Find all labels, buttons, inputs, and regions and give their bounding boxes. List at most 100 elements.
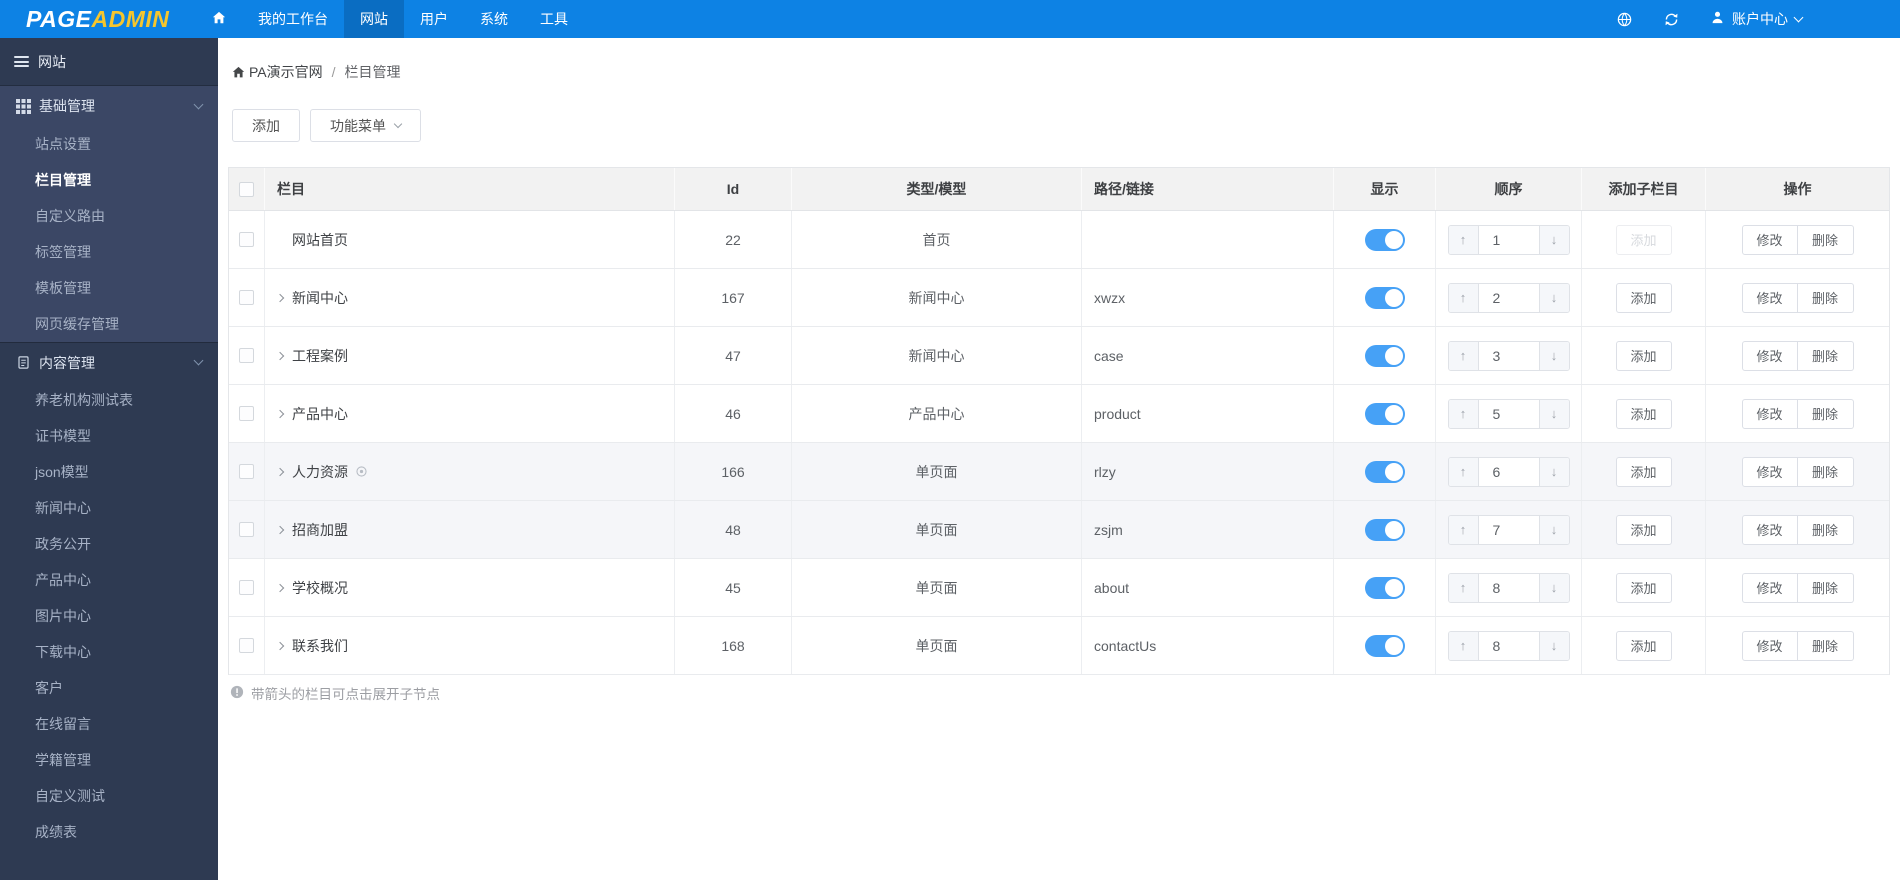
visibility-toggle[interactable] [1364,518,1405,541]
sidebar-item[interactable]: 自定义路由 [0,198,218,234]
order-up-button[interactable]: ↑ [1448,515,1479,544]
edit-button[interactable]: 修改 [1741,224,1798,255]
sidebar-item[interactable]: 下载中心 [0,634,218,670]
home-tab[interactable] [196,0,242,38]
order-input[interactable] [1478,457,1539,486]
nav-item[interactable]: 工具 [524,0,584,38]
edit-button[interactable]: 修改 [1741,398,1798,429]
delete-button[interactable]: 删除 [1797,514,1854,545]
edit-button[interactable]: 修改 [1741,514,1798,545]
breadcrumb-site[interactable]: PA演示官网 [249,62,323,82]
expand-arrow-icon[interactable] [275,583,292,592]
visibility-toggle[interactable] [1364,228,1405,251]
sidebar-item[interactable]: 成绩表 [0,814,218,850]
column-name-cell[interactable]: 人力资源 [265,443,675,500]
order-down-button[interactable]: ↓ [1538,457,1569,486]
app-logo[interactable]: PAGE ADMIN [0,0,196,38]
order-up-button[interactable]: ↑ [1448,573,1479,602]
column-name-cell[interactable]: 工程案例 [265,327,675,384]
sidebar-item[interactable]: 学籍管理 [0,742,218,778]
column-name-cell[interactable]: 联系我们 [265,617,675,674]
sidebar-item[interactable]: 图片中心 [0,598,218,634]
delete-button[interactable]: 删除 [1797,456,1854,487]
order-input[interactable] [1478,341,1539,370]
visibility-toggle[interactable] [1364,460,1405,483]
row-checkbox[interactable] [239,348,254,363]
delete-button[interactable]: 删除 [1797,340,1854,371]
order-down-button[interactable]: ↓ [1538,631,1569,660]
visibility-toggle[interactable] [1364,402,1405,425]
order-input[interactable] [1478,515,1539,544]
sidebar-item[interactable]: 新闻中心 [0,490,218,526]
sidebar-item[interactable]: 在线留言 [0,706,218,742]
function-menu-button[interactable]: 功能菜单 [310,109,421,142]
order-down-button[interactable]: ↓ [1538,225,1569,254]
sidebar-section-header[interactable]: 基础管理 [0,86,218,126]
row-checkbox[interactable] [239,522,254,537]
order-input[interactable] [1478,399,1539,428]
nav-item[interactable]: 系统 [464,0,524,38]
sidebar-item[interactable]: 养老机构测试表 [0,382,218,418]
add-child-button[interactable]: 添加 [1615,572,1672,603]
delete-button[interactable]: 删除 [1797,224,1854,255]
nav-item[interactable]: 网站 [344,0,404,38]
order-input[interactable] [1478,573,1539,602]
order-up-button[interactable]: ↑ [1448,631,1479,660]
select-all-checkbox[interactable] [239,181,254,197]
refresh-icon[interactable] [1663,11,1680,28]
column-name-cell[interactable]: 产品中心 [265,385,675,442]
row-checkbox[interactable] [239,290,254,305]
edit-button[interactable]: 修改 [1741,630,1798,661]
order-up-button[interactable]: ↑ [1448,283,1479,312]
sidebar-item[interactable]: 站点设置 [0,126,218,162]
delete-button[interactable]: 删除 [1797,630,1854,661]
sidebar-item[interactable]: 模板管理 [0,270,218,306]
sidebar-item[interactable]: 客户 [0,670,218,706]
sidebar-section-header[interactable]: 内容管理 [0,342,218,382]
sidebar-item[interactable]: 产品中心 [0,562,218,598]
add-button[interactable]: 添加 [232,109,300,142]
sidebar-item[interactable]: json模型 [0,454,218,490]
visibility-toggle[interactable] [1364,634,1405,657]
order-input[interactable] [1478,225,1539,254]
row-checkbox[interactable] [239,580,254,595]
sidebar-item[interactable]: 网页缓存管理 [0,306,218,342]
row-checkbox[interactable] [239,406,254,421]
order-down-button[interactable]: ↓ [1538,515,1569,544]
expand-arrow-icon[interactable] [275,293,292,302]
order-down-button[interactable]: ↓ [1538,283,1569,312]
order-down-button[interactable]: ↓ [1538,341,1569,370]
add-child-button[interactable]: 添加 [1615,224,1672,255]
order-up-button[interactable]: ↑ [1448,399,1479,428]
order-up-button[interactable]: ↑ [1448,225,1479,254]
visibility-toggle[interactable] [1364,576,1405,599]
add-child-button[interactable]: 添加 [1615,340,1672,371]
add-child-button[interactable]: 添加 [1615,514,1672,545]
delete-button[interactable]: 删除 [1797,282,1854,313]
visibility-toggle[interactable] [1364,286,1405,309]
expand-arrow-icon[interactable] [275,351,292,360]
visibility-toggle[interactable] [1364,344,1405,367]
sidebar-item[interactable]: 标签管理 [0,234,218,270]
order-input[interactable] [1478,283,1539,312]
order-down-button[interactable]: ↓ [1538,399,1569,428]
account-menu[interactable]: 账户中心 [1710,9,1804,29]
expand-arrow-icon[interactable] [275,525,292,534]
nav-item[interactable]: 我的工作台 [242,0,344,38]
add-child-button[interactable]: 添加 [1615,398,1672,429]
order-up-button[interactable]: ↑ [1448,457,1479,486]
add-child-button[interactable]: 添加 [1615,282,1672,313]
edit-button[interactable]: 修改 [1741,340,1798,371]
globe-icon[interactable] [1616,11,1633,28]
delete-button[interactable]: 删除 [1797,398,1854,429]
nav-item[interactable]: 用户 [404,0,464,38]
row-checkbox[interactable] [239,638,254,653]
delete-button[interactable]: 删除 [1797,572,1854,603]
sidebar-item[interactable]: 栏目管理 [0,162,218,198]
edit-button[interactable]: 修改 [1741,572,1798,603]
expand-arrow-icon[interactable] [275,641,292,650]
column-name-cell[interactable]: 新闻中心 [265,269,675,326]
sidebar-item[interactable]: 政务公开 [0,526,218,562]
sidebar-title[interactable]: 网站 [0,38,218,86]
sidebar-item[interactable]: 自定义测试 [0,778,218,814]
